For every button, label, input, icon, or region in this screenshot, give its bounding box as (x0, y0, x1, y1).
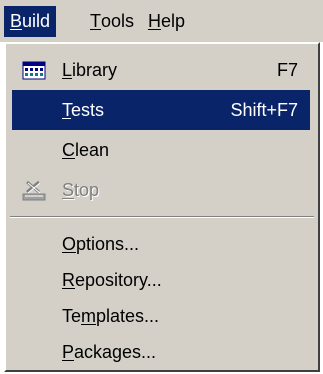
menu-item-options[interactable]: Options... (12, 224, 310, 264)
menu-item-library[interactable]: Library F7 (12, 50, 310, 90)
label-accel: T (62, 99, 71, 120)
menu-item-tests[interactable]: Tests Shift+F7 (12, 90, 310, 130)
menu-item-stop: Stop (12, 170, 310, 210)
menu-item-label: Library (56, 60, 277, 81)
menu-item-label: Tests (56, 100, 230, 121)
icon-slot (12, 130, 56, 170)
icon-slot (12, 260, 56, 300)
icon-slot (12, 332, 56, 372)
app-root: Build Tools Help Library F7 Tests Shift+… (0, 0, 323, 374)
menu-build-rest: uild (22, 11, 51, 31)
menu-item-shortcut: Shift+F7 (230, 99, 298, 120)
label-rest: ests (71, 99, 105, 120)
menu-item-label: Packages... (56, 342, 298, 363)
label-accel: C (62, 139, 75, 160)
label-rest: plates... (96, 305, 160, 326)
menu-help-rest: elp (161, 11, 186, 31)
menu-help-accel: H (148, 11, 161, 31)
menu-item-label: Repository... (56, 270, 298, 291)
label-rest: ptions... (76, 233, 140, 254)
menu-separator (10, 216, 314, 218)
label-accel: O (62, 233, 77, 254)
menu-item-clean[interactable]: Clean (12, 130, 310, 170)
menu-item-packages[interactable]: Packages... (12, 332, 310, 372)
menu-bar: Build Tools Help (0, 0, 323, 42)
build-menu-dropdown: Library F7 Tests Shift+F7 Clean Stop Opt… (4, 42, 320, 372)
menu-item-label: Stop (56, 180, 298, 201)
menu-item-templates[interactable]: Templates... (12, 296, 310, 336)
menu-item-label: Templates... (56, 306, 298, 327)
label-pre: Te (62, 305, 82, 326)
menu-build-accel: B (10, 11, 23, 31)
icon-slot (12, 90, 56, 130)
label-accel: L (62, 59, 73, 80)
menu-item-label: Clean (56, 140, 298, 161)
menu-item-repository[interactable]: Repository... (12, 260, 310, 300)
stop-icon (12, 170, 56, 210)
label-rest: epository... (75, 269, 162, 290)
label-rest: top (74, 179, 100, 200)
menu-tools-rest: ools (101, 11, 135, 31)
library-icon (12, 50, 56, 90)
label-accel: S (62, 179, 75, 200)
menu-help[interactable]: Help (142, 6, 191, 37)
icon-slot (12, 296, 56, 336)
label-accel: P (62, 341, 75, 362)
label-accel: m (81, 305, 97, 326)
menu-item-label: Options... (56, 234, 298, 255)
menu-tools[interactable]: Tools (84, 6, 140, 37)
label-accel: R (62, 269, 75, 290)
icon-slot (12, 224, 56, 264)
label-rest: ibrary (72, 59, 118, 80)
menu-build[interactable]: Build (4, 6, 57, 37)
label-rest: lean (75, 139, 110, 160)
menu-item-shortcut: F7 (276, 59, 298, 80)
menu-tools-accel: T (90, 11, 101, 31)
label-rest: ackages... (74, 341, 157, 362)
